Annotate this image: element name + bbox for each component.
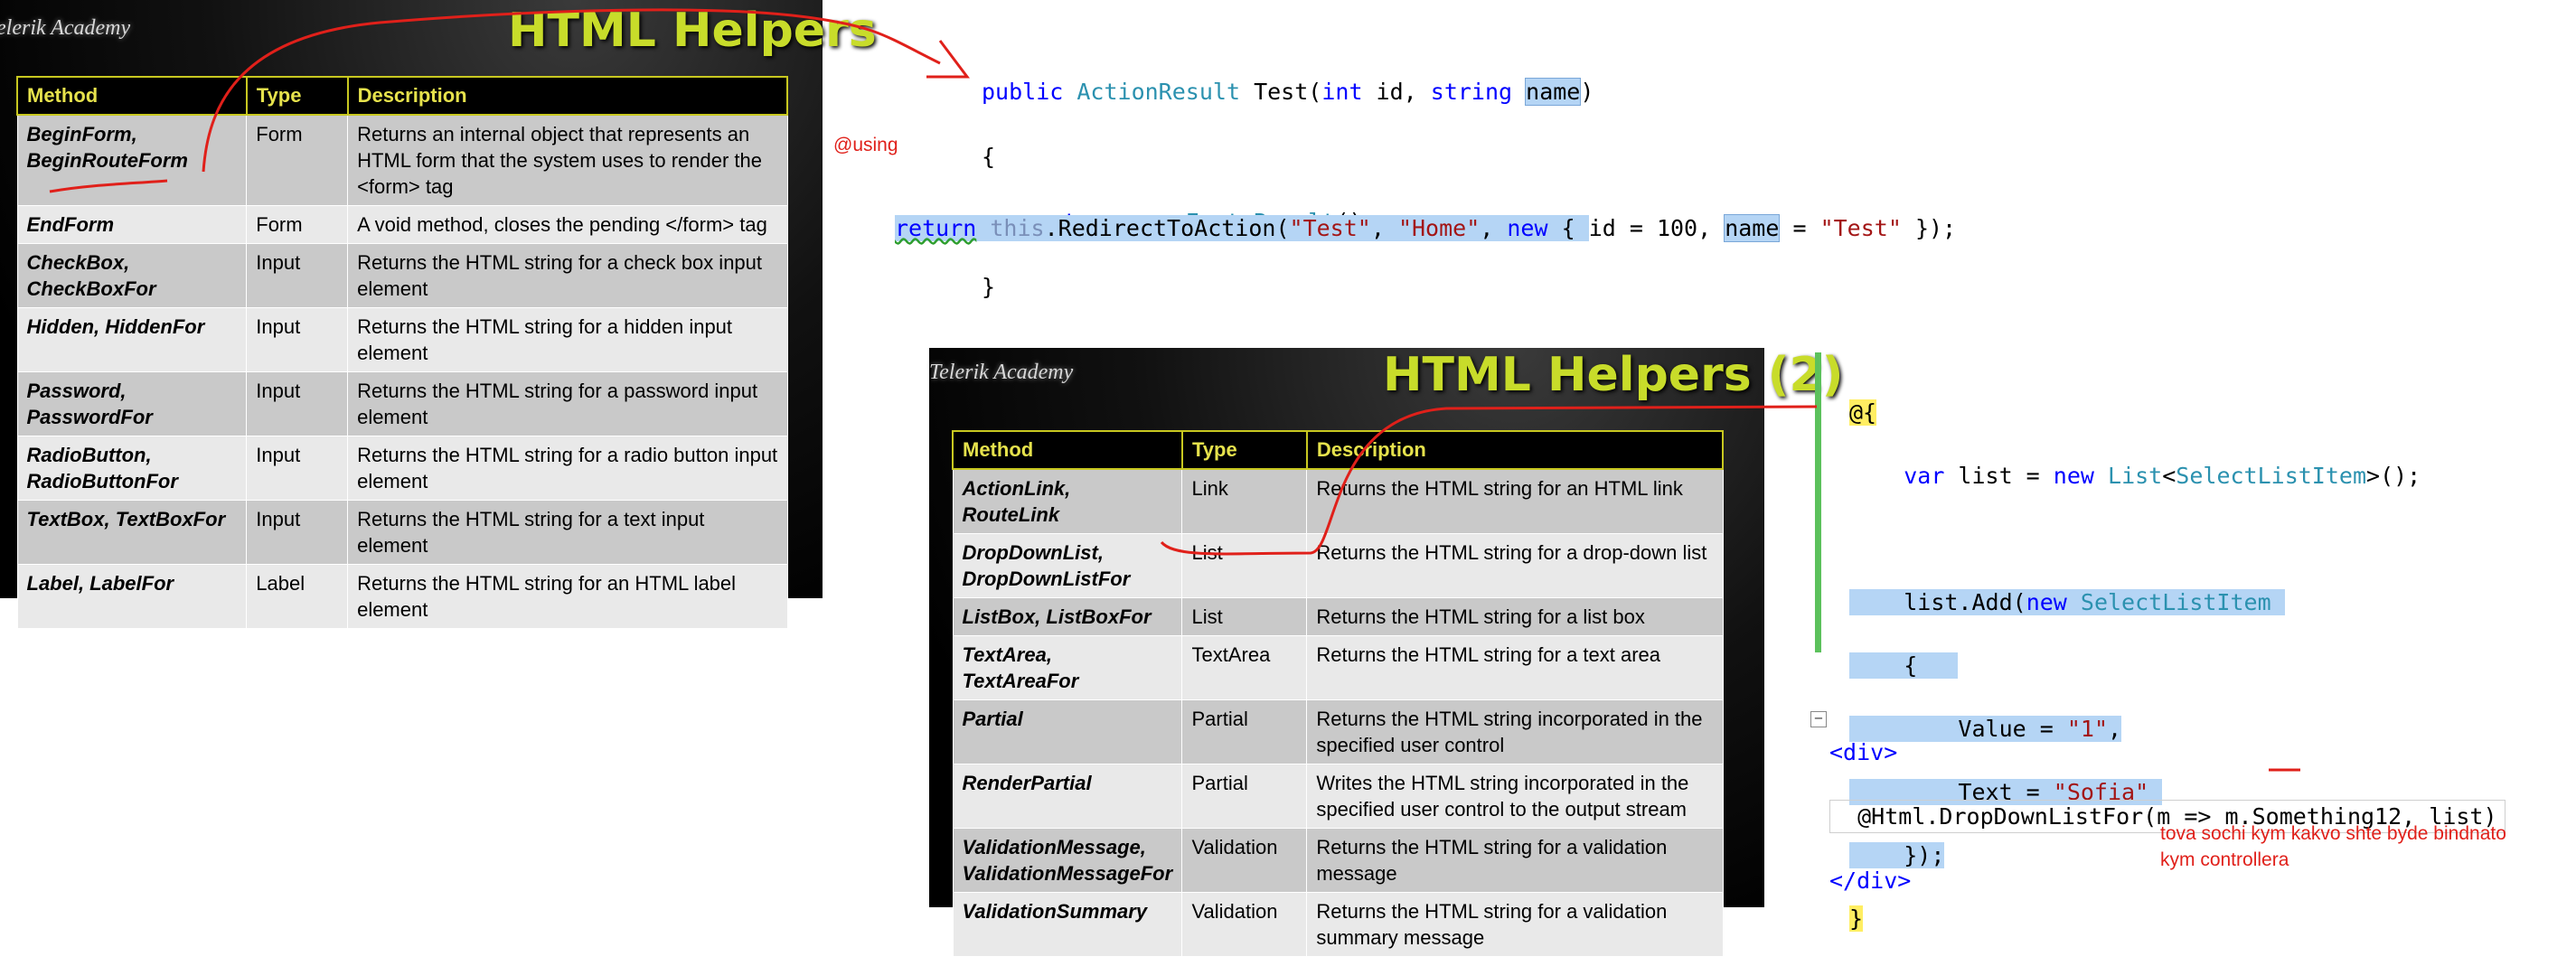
ink-underline-begin — [49, 179, 168, 193]
ink-arrow-to-dropdown — [1160, 405, 1818, 556]
ink-annotations — [49, 8, 2300, 772]
ink-arrow-to-action — [202, 8, 941, 173]
